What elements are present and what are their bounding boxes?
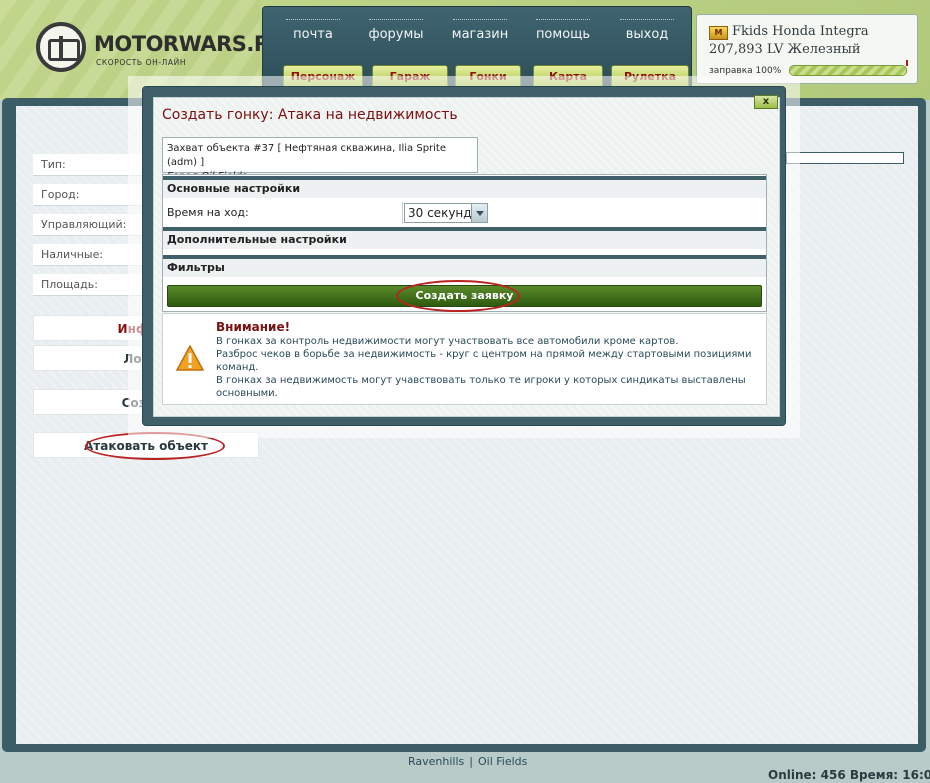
section-basic-settings: Основные настройки (163, 176, 766, 198)
create-highlight-circle (396, 280, 520, 312)
section-extra-settings[interactable]: Дополнительные настройки (163, 227, 766, 249)
logo-emblem-icon (36, 22, 86, 72)
car-name[interactable]: Fkids Honda Integra (732, 24, 869, 39)
fuel-label: заправка 100% (709, 66, 782, 76)
warning-title: Внимание! (216, 320, 291, 334)
close-dialog-button[interactable]: x (754, 95, 778, 109)
right-field (786, 152, 904, 164)
fuel-marker (906, 60, 908, 66)
car-badge-icon: M (709, 26, 728, 40)
fuel-progress-fill (790, 66, 906, 75)
location-oilfields-link[interactable]: Oil Fields (478, 755, 527, 768)
player-car-panel: M Fkids Honda Integra 207,893 LV Железны… (696, 14, 918, 84)
target-object-line: Захват объекта #37 [ Нефтяная скважина, … (167, 143, 447, 168)
nav-shop-link[interactable]: магазин (445, 19, 515, 42)
location-ravenhills-link[interactable]: Ravenhills (408, 755, 464, 768)
footer-location: Ravenhills | Oil Fields (408, 755, 527, 768)
chevron-down-icon[interactable] (471, 204, 487, 222)
nav-forums-link[interactable]: форумы (361, 19, 431, 42)
target-object-info: Захват объекта #37 [ Нефтяная скважина, … (162, 137, 478, 182)
nav-help-link[interactable]: помощь (528, 19, 598, 42)
turn-time-select[interactable]: 30 секунд (404, 203, 488, 223)
warning-line-1: В гонках за контроль недвижимости могут … (216, 336, 679, 347)
dialog-title: Создать гонку: Атака на недвижимость (162, 107, 458, 123)
turn-time-value: 30 секунд (408, 206, 472, 220)
turn-time-label: Время на ход: (163, 202, 403, 224)
warning-text: В гонках за контроль недвижимости могут … (216, 335, 756, 400)
footer-status: Online: 456 Время: 16:09 (768, 768, 930, 782)
nav-mail-link[interactable]: почта (278, 19, 348, 42)
warning-line-3: В гонках за недвижимость могут учавствов… (216, 375, 746, 399)
time-label: Время: (849, 768, 899, 782)
time-value: 16:09 (902, 768, 930, 782)
fuel-progress-bar (789, 65, 907, 76)
location-separator: | (469, 755, 473, 768)
logo-name: MOTORWARS.RU (94, 32, 287, 56)
warning-line-2: Разброс чеков в борьбе за недвижимость -… (216, 349, 752, 373)
warning-icon (176, 345, 204, 371)
nav-logout-link[interactable]: выход (612, 19, 682, 42)
site-logo[interactable]: MOTORWARS.RU СКОРОСТЬ ОН-ЛАЙН (36, 22, 287, 78)
online-count: 456 (820, 768, 846, 782)
section-filters[interactable]: Фильтры (163, 255, 766, 277)
online-label: Online: (768, 768, 817, 782)
logo-tagline: СКОРОСТЬ ОН-ЛАЙН (96, 58, 187, 67)
player-money: 207,893 LV Железный (709, 42, 861, 57)
